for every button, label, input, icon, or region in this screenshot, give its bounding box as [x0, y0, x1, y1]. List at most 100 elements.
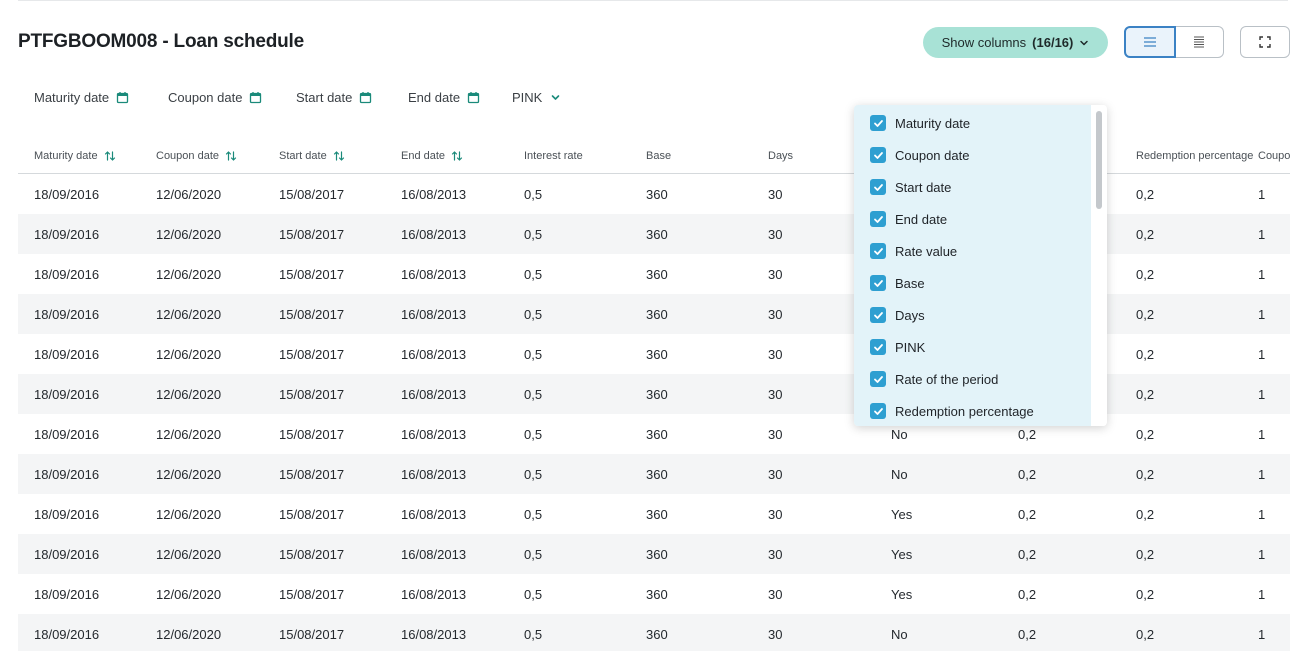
show-columns-button[interactable]: Show columns (16/16)	[923, 27, 1108, 58]
table-cell: 16/08/2013	[401, 187, 467, 202]
table-cell: 1	[1258, 187, 1266, 202]
filter-end-date[interactable]: End date	[408, 90, 480, 105]
column-header[interactable]: End date	[401, 150, 463, 162]
table-row[interactable]: 18/09/2016 12/06/2020 15/08/2017 16/08/2013…	[18, 534, 1290, 574]
chevron-down-icon	[1080, 40, 1089, 45]
column-option-label: PINK	[895, 339, 926, 355]
checkbox[interactable]	[870, 275, 886, 291]
table-row[interactable]: 18/09/2016 12/06/2020 15/08/2017 16/08/2013…	[18, 574, 1290, 614]
filter-maturity-date[interactable]: Maturity date	[34, 90, 129, 105]
table-cell: 1	[1258, 427, 1266, 442]
table-cell: 15/08/2017	[279, 227, 345, 242]
table-cell: 30	[768, 507, 783, 522]
column-option[interactable]: PINK	[870, 339, 925, 355]
column-option[interactable]: Days	[870, 307, 925, 323]
table-cell: No	[891, 467, 908, 482]
list-view-button[interactable]	[1124, 26, 1176, 58]
checkbox[interactable]	[870, 371, 886, 387]
table-cell: 15/08/2017	[279, 547, 345, 562]
list-view-icon	[1143, 37, 1156, 47]
table-cell: 360	[646, 347, 668, 362]
table-cell: 1	[1258, 547, 1266, 562]
checkbox[interactable]	[870, 243, 886, 259]
chevron-down-icon	[552, 95, 560, 100]
table-cell: 1	[1258, 467, 1266, 482]
checkbox[interactable]	[870, 339, 886, 355]
sort-icon[interactable]	[451, 150, 463, 162]
table-cell: 15/08/2017	[279, 347, 345, 362]
column-header-label: Base	[646, 150, 672, 162]
show-columns-count: (16/16)	[1032, 35, 1074, 50]
table-cell: 18/09/2016	[34, 227, 100, 242]
table-cell: 30	[768, 467, 783, 482]
table-cell: 18/09/2016	[34, 587, 100, 602]
column-header[interactable]: Start date	[279, 150, 345, 162]
column-header-label: Interest rate	[524, 150, 583, 162]
column-header[interactable]: Maturity date	[34, 150, 116, 162]
table-cell: 0,5	[524, 227, 543, 242]
top-divider	[18, 0, 1288, 1]
column-option[interactable]: Rate value	[870, 243, 957, 259]
column-option[interactable]: Rate of the period	[870, 371, 998, 387]
calendar-icon	[117, 92, 129, 104]
table-cell: 360	[646, 227, 668, 242]
column-header[interactable]: Coupon date	[156, 150, 237, 162]
table-cell: 0,5	[524, 427, 543, 442]
table-cell: 360	[646, 627, 668, 642]
table-row[interactable]: 18/09/2016 12/06/2020 15/08/2017 16/08/2013…	[18, 614, 1290, 651]
checkbox[interactable]	[870, 179, 886, 195]
table-cell: 0,2	[1136, 507, 1155, 522]
table-cell: 12/06/2020	[156, 227, 222, 242]
table-cell: 0,2	[1136, 347, 1155, 362]
sort-icon[interactable]	[225, 150, 237, 162]
column-option-label: Redemption percentage	[895, 403, 1034, 419]
column-option-label: Base	[895, 275, 925, 291]
table-cell: 0,2	[1136, 587, 1155, 602]
checkbox[interactable]	[870, 211, 886, 227]
table-cell: 18/09/2016	[34, 387, 100, 402]
table-cell: 18/09/2016	[34, 467, 100, 482]
table-cell: 0,5	[524, 507, 543, 522]
filter-start-date[interactable]: Start date	[296, 90, 372, 105]
column-option[interactable]: Base	[870, 275, 925, 291]
table-cell: 30	[768, 227, 783, 242]
column-option-label: End date	[895, 211, 948, 227]
table-row[interactable]: 18/09/2016 12/06/2020 15/08/2017 16/08/2013…	[18, 494, 1290, 534]
column-option[interactable]: Redemption percentage	[870, 403, 1034, 419]
column-option[interactable]: End date	[870, 211, 947, 227]
checkbox[interactable]	[870, 307, 886, 323]
table-cell: 0,5	[524, 547, 543, 562]
sort-icon[interactable]	[104, 150, 116, 162]
table-cell: 30	[768, 187, 783, 202]
column-header-label: Days	[768, 150, 794, 162]
menu-scrollbar[interactable]	[1096, 111, 1102, 209]
column-header-label: Coupo	[1258, 150, 1291, 162]
table-row[interactable]: 18/09/2016 12/06/2020 15/08/2017 16/08/2013…	[18, 454, 1290, 494]
column-option[interactable]: Coupon date	[870, 147, 969, 163]
table-cell: 16/08/2013	[401, 467, 467, 482]
compact-view-button[interactable]	[1175, 26, 1224, 58]
column-option[interactable]: Maturity date	[870, 115, 970, 131]
table-cell: 0,5	[524, 467, 543, 482]
table-cell: 18/09/2016	[34, 307, 100, 322]
column-header-label: End date	[401, 150, 446, 162]
table-cell: 16/08/2013	[401, 227, 467, 242]
checkbox[interactable]	[870, 403, 886, 419]
column-option[interactable]: Start date	[870, 179, 951, 195]
table-cell: 15/08/2017	[279, 387, 345, 402]
table-cell: 360	[646, 307, 668, 322]
table-cell: 15/08/2017	[279, 267, 345, 282]
table-cell: 1	[1258, 307, 1266, 322]
table-cell: 16/08/2013	[401, 267, 467, 282]
table-cell: 360	[646, 507, 668, 522]
fullscreen-button[interactable]	[1240, 26, 1290, 58]
table-cell: 18/09/2016	[34, 347, 100, 362]
table-cell: 360	[646, 427, 668, 442]
filter-coupon-date[interactable]: Coupon date	[168, 90, 262, 105]
checkbox[interactable]	[870, 115, 886, 131]
sort-icon[interactable]	[333, 150, 345, 162]
table-cell: 0,2	[1136, 387, 1155, 402]
table-cell: 0,5	[524, 387, 543, 402]
checkbox[interactable]	[870, 147, 886, 163]
filter-pink[interactable]: PINK	[512, 90, 562, 105]
